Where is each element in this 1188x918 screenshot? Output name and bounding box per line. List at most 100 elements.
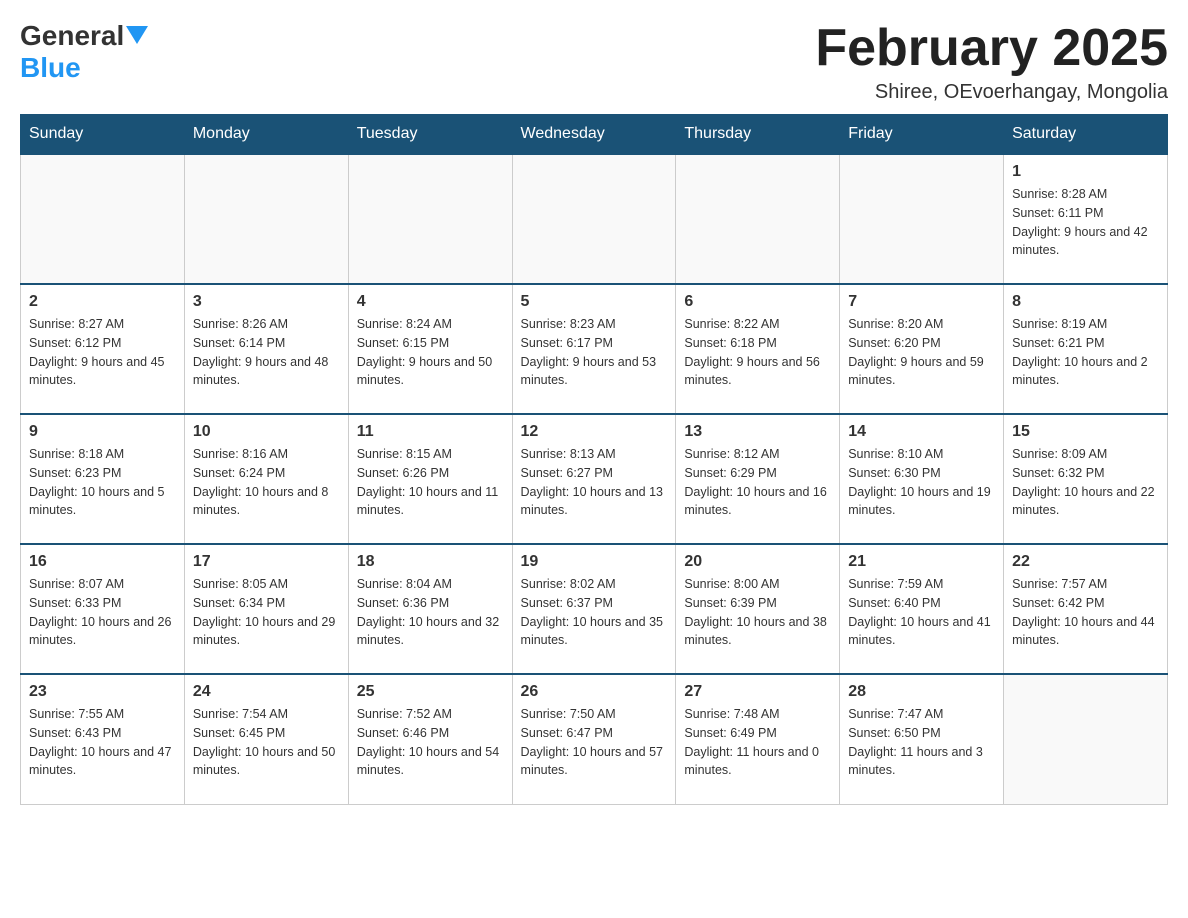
calendar-table: Sunday Monday Tuesday Wednesday Thursday… [20,114,1168,805]
day-number: 11 [357,423,504,441]
calendar-day-cell: 8 Sunrise: 8:19 AM Sunset: 6:21 PM Daylig… [1004,284,1168,414]
day-number: 6 [684,293,831,311]
calendar-header-row: Sunday Monday Tuesday Wednesday Thursday… [21,115,1168,155]
day-info: Sunrise: 8:18 AM Sunset: 6:23 PM Dayligh… [29,445,176,520]
calendar-day-cell [348,154,512,284]
calendar-day-cell: 1Sunrise: 8:28 AM Sunset: 6:11 PM Daylig… [1004,154,1168,284]
day-number: 7 [848,293,995,311]
col-thursday: Thursday [676,115,840,155]
month-title: February 2025 [815,20,1168,77]
day-number: 19 [521,553,668,571]
day-info: Sunrise: 7:50 AM Sunset: 6:47 PM Dayligh… [521,705,668,780]
calendar-week-row: 2 Sunrise: 8:27 AM Sunset: 6:12 PM Daylig… [21,284,1168,414]
calendar-day-cell: 24 Sunrise: 7:54 AM Sunset: 6:45 PM Dayli… [184,674,348,804]
calendar-day-cell: 4Sunrise: 8:24 AM Sunset: 6:15 PM Daylig… [348,284,512,414]
day-info: Sunrise: 7:55 AM Sunset: 6:43 PM Dayligh… [29,705,176,780]
calendar-day-cell [184,154,348,284]
day-number: 1 [1012,163,1159,181]
day-number: 23 [29,683,176,701]
day-number: 3 [193,293,340,311]
calendar-day-cell: 12Sunrise: 8:13 AM Sunset: 6:27 PM Dayli… [512,414,676,544]
calendar-day-cell [1004,674,1168,804]
day-info: Sunrise: 7:47 AM Sunset: 6:50 PM Dayligh… [848,705,995,780]
calendar-day-cell: 23 Sunrise: 7:55 AM Sunset: 6:43 PM Dayli… [21,674,185,804]
day-number: 24 [193,683,340,701]
day-info: Sunrise: 7:48 AM Sunset: 6:49 PM Dayligh… [684,705,831,780]
day-number: 9 [29,423,176,441]
calendar-day-cell: 14 Sunrise: 8:10 AM Sunset: 6:30 PM Dayli… [840,414,1004,544]
calendar-day-cell: 21 Sunrise: 7:59 AM Sunset: 6:40 PM Dayli… [840,544,1004,674]
day-info: Sunrise: 8:26 AM Sunset: 6:14 PM Dayligh… [193,315,340,390]
day-info: Sunrise: 8:12 AM Sunset: 6:29 PM Dayligh… [684,445,831,520]
day-number: 22 [1012,553,1159,571]
day-info: Sunrise: 7:59 AM Sunset: 6:40 PM Dayligh… [848,575,995,650]
calendar-day-cell: 27 Sunrise: 7:48 AM Sunset: 6:49 PM Dayli… [676,674,840,804]
day-info: Sunrise: 8:20 AM Sunset: 6:20 PM Dayligh… [848,315,995,390]
day-number: 10 [193,423,340,441]
day-info: Sunrise: 8:09 AM Sunset: 6:32 PM Dayligh… [1012,445,1159,520]
day-info: Sunrise: 8:16 AM Sunset: 6:24 PM Dayligh… [193,445,340,520]
calendar-day-cell [840,154,1004,284]
calendar-day-cell: 10 Sunrise: 8:16 AM Sunset: 6:24 PM Dayli… [184,414,348,544]
day-info: Sunrise: 8:04 AM Sunset: 6:36 PM Dayligh… [357,575,504,650]
col-tuesday: Tuesday [348,115,512,155]
day-number: 21 [848,553,995,571]
calendar-day-cell: 6 Sunrise: 8:22 AM Sunset: 6:18 PM Daylig… [676,284,840,414]
calendar-day-cell [21,154,185,284]
calendar-day-cell: 18 Sunrise: 8:04 AM Sunset: 6:36 PM Dayli… [348,544,512,674]
col-wednesday: Wednesday [512,115,676,155]
day-number: 16 [29,553,176,571]
day-number: 25 [357,683,504,701]
day-info: Sunrise: 8:22 AM Sunset: 6:18 PM Dayligh… [684,315,831,390]
day-info: Sunrise: 8:10 AM Sunset: 6:30 PM Dayligh… [848,445,995,520]
calendar-day-cell: 13 Sunrise: 8:12 AM Sunset: 6:29 PM Dayli… [676,414,840,544]
day-number: 2 [29,293,176,311]
col-saturday: Saturday [1004,115,1168,155]
calendar-day-cell: 17 Sunrise: 8:05 AM Sunset: 6:34 PM Dayli… [184,544,348,674]
calendar-day-cell: 15 Sunrise: 8:09 AM Sunset: 6:32 PM Dayli… [1004,414,1168,544]
day-info: Sunrise: 8:13 AM Sunset: 6:27 PM Dayligh… [521,445,668,520]
day-number: 28 [848,683,995,701]
day-info: Sunrise: 8:02 AM Sunset: 6:37 PM Dayligh… [521,575,668,650]
calendar-week-row: 1Sunrise: 8:28 AM Sunset: 6:11 PM Daylig… [21,154,1168,284]
calendar-day-cell: 20 Sunrise: 8:00 AM Sunset: 6:39 PM Dayli… [676,544,840,674]
day-info: Sunrise: 7:57 AM Sunset: 6:42 PM Dayligh… [1012,575,1159,650]
page-header: General Blue February 2025 Shiree, OEvoe… [20,20,1168,104]
logo: General Blue [20,20,148,84]
day-info: Sunrise: 8:24 AM Sunset: 6:15 PM Dayligh… [357,315,504,390]
day-info: Sunrise: 7:54 AM Sunset: 6:45 PM Dayligh… [193,705,340,780]
day-number: 15 [1012,423,1159,441]
day-info: Sunrise: 7:52 AM Sunset: 6:46 PM Dayligh… [357,705,504,780]
day-info: Sunrise: 8:19 AM Sunset: 6:21 PM Dayligh… [1012,315,1159,390]
logo-triangle-icon [126,26,148,44]
calendar-day-cell: 9 Sunrise: 8:18 AM Sunset: 6:23 PM Daylig… [21,414,185,544]
day-info: Sunrise: 8:27 AM Sunset: 6:12 PM Dayligh… [29,315,176,390]
calendar-day-cell [676,154,840,284]
calendar-day-cell: 11 Sunrise: 8:15 AM Sunset: 6:26 PM Dayli… [348,414,512,544]
col-friday: Friday [840,115,1004,155]
day-info: Sunrise: 8:00 AM Sunset: 6:39 PM Dayligh… [684,575,831,650]
day-info: Sunrise: 8:05 AM Sunset: 6:34 PM Dayligh… [193,575,340,650]
calendar-day-cell: 2 Sunrise: 8:27 AM Sunset: 6:12 PM Daylig… [21,284,185,414]
location-title: Shiree, OEvoerhangay, Mongolia [815,81,1168,104]
day-number: 20 [684,553,831,571]
calendar-week-row: 23 Sunrise: 7:55 AM Sunset: 6:43 PM Dayli… [21,674,1168,804]
calendar-day-cell: 28 Sunrise: 7:47 AM Sunset: 6:50 PM Dayli… [840,674,1004,804]
calendar-day-cell: 22 Sunrise: 7:57 AM Sunset: 6:42 PM Dayli… [1004,544,1168,674]
day-number: 14 [848,423,995,441]
day-info: Sunrise: 8:07 AM Sunset: 6:33 PM Dayligh… [29,575,176,650]
logo-general-text: General [20,20,124,52]
day-number: 8 [1012,293,1159,311]
day-number: 27 [684,683,831,701]
calendar-day-cell: 3 Sunrise: 8:26 AM Sunset: 6:14 PM Daylig… [184,284,348,414]
col-monday: Monday [184,115,348,155]
calendar-day-cell: 5Sunrise: 8:23 AM Sunset: 6:17 PM Daylig… [512,284,676,414]
day-info: Sunrise: 8:15 AM Sunset: 6:26 PM Dayligh… [357,445,504,520]
day-number: 13 [684,423,831,441]
calendar-week-row: 16 Sunrise: 8:07 AM Sunset: 6:33 PM Dayli… [21,544,1168,674]
calendar-day-cell: 16 Sunrise: 8:07 AM Sunset: 6:33 PM Dayli… [21,544,185,674]
day-number: 5 [521,293,668,311]
calendar-day-cell: 7 Sunrise: 8:20 AM Sunset: 6:20 PM Daylig… [840,284,1004,414]
day-number: 17 [193,553,340,571]
day-number: 18 [357,553,504,571]
